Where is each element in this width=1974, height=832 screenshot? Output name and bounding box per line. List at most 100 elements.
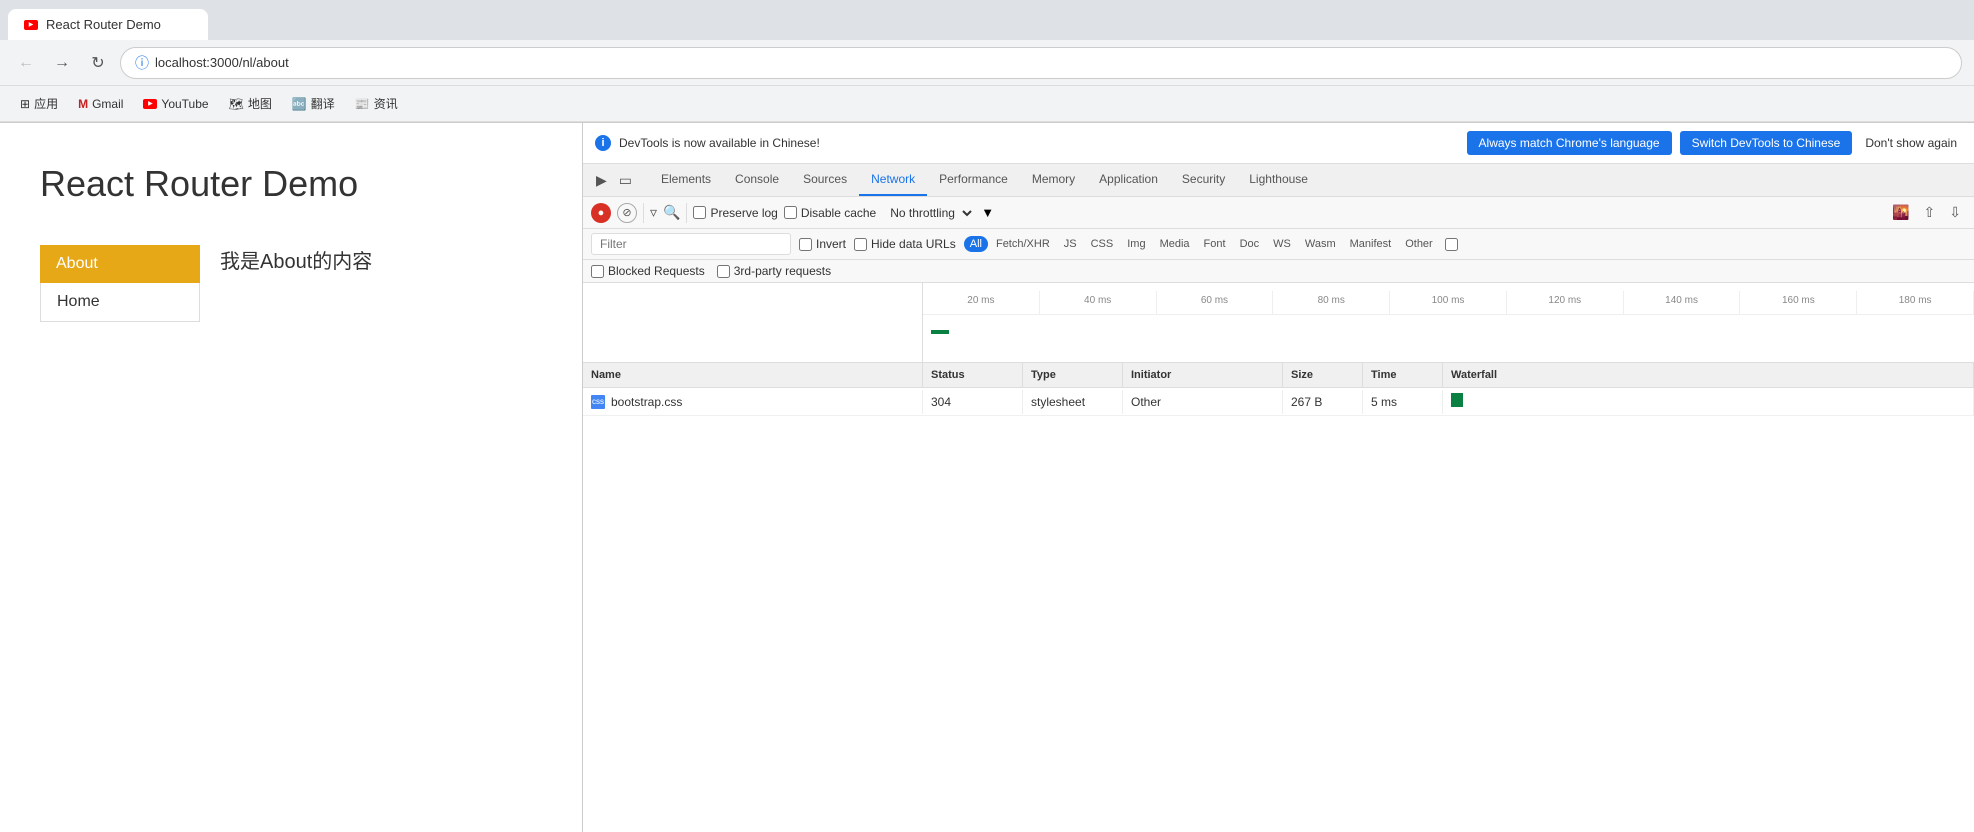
clear-button[interactable]: ⊘ xyxy=(617,203,637,223)
hide-data-urls-checkbox[interactable] xyxy=(854,238,867,251)
nav-bar: ← → ↻ ⓘ localhost:3000/nl/about xyxy=(0,40,1974,86)
third-party-label[interactable]: 3rd-party requests xyxy=(717,264,831,278)
forward-button[interactable]: → xyxy=(48,49,76,77)
tick-80ms: 80 ms xyxy=(1273,291,1390,314)
tick-160ms: 160 ms xyxy=(1740,291,1857,314)
tab-console[interactable]: Console xyxy=(723,164,791,196)
filter-btn-other[interactable]: Other xyxy=(1399,236,1439,252)
invert-label[interactable]: Invert xyxy=(799,237,846,251)
tab-network[interactable]: Network xyxy=(859,164,927,196)
third-party-text: 3rd-party requests xyxy=(734,264,831,278)
invert-text: Invert xyxy=(816,237,846,251)
row-name: bootstrap.css xyxy=(611,395,682,409)
tab-bar: React Router Demo xyxy=(0,0,1974,40)
nav-item-about[interactable]: About xyxy=(40,245,200,283)
main-area: React Router Demo About Home 我是About的内容 … xyxy=(0,123,1974,832)
network-toolbar: ● ⊘ ▿ 🔍 Preserve log Disable cache No th… xyxy=(583,197,1974,229)
th-type[interactable]: Type xyxy=(1023,363,1123,387)
tab-sources[interactable]: Sources xyxy=(791,164,859,196)
has-blocked-label[interactable] xyxy=(1445,238,1458,251)
th-initiator[interactable]: Initiator xyxy=(1123,363,1283,387)
active-tab[interactable]: React Router Demo xyxy=(8,9,208,40)
filter-input[interactable] xyxy=(591,233,791,255)
bookmark-gmail[interactable]: M Gmail xyxy=(70,94,131,114)
filter-btn-js[interactable]: JS xyxy=(1058,236,1083,252)
page-body: 我是About的内容 xyxy=(220,245,372,274)
maps-icon: 🗺 xyxy=(229,97,244,111)
bookmark-news-label: 资讯 xyxy=(374,95,398,112)
disable-cache-text: Disable cache xyxy=(801,206,876,220)
th-waterfall[interactable]: Waterfall xyxy=(1443,363,1974,387)
bookmark-youtube-label: YouTube xyxy=(161,97,208,111)
dont-show-again-button[interactable]: Don't show again xyxy=(1860,131,1962,155)
tick-140ms: 140 ms xyxy=(1624,291,1741,314)
toolbar-separator-1 xyxy=(643,203,644,223)
reload-button[interactable]: ↻ xyxy=(84,49,112,77)
nav-item-home[interactable]: Home xyxy=(40,283,200,322)
th-size[interactable]: Size xyxy=(1283,363,1363,387)
search-icon[interactable]: 🔍 xyxy=(663,204,680,221)
tab-memory[interactable]: Memory xyxy=(1020,164,1087,196)
filter-btn-doc[interactable]: Doc xyxy=(1234,236,1266,252)
network-icons: 🌇 ⇧ ⇩ xyxy=(1887,201,1966,224)
timeline-ruler: 20 ms 40 ms 60 ms 80 ms 100 ms 120 ms 14… xyxy=(923,291,1974,315)
third-party-checkbox[interactable] xyxy=(717,265,730,278)
export-har-icon[interactable]: ⇩ xyxy=(1944,201,1966,224)
tab-performance[interactable]: Performance xyxy=(927,164,1020,196)
disable-cache-checkbox[interactable] xyxy=(784,206,797,219)
filter-btn-img[interactable]: Img xyxy=(1121,236,1151,252)
match-language-button[interactable]: Always match Chrome's language xyxy=(1467,131,1672,155)
disable-cache-label[interactable]: Disable cache xyxy=(784,206,876,220)
tick-120ms: 120 ms xyxy=(1507,291,1624,314)
device-toolbar-button[interactable]: ▭ xyxy=(614,169,637,192)
tab-application[interactable]: Application xyxy=(1087,164,1170,196)
throttle-select[interactable]: No throttling xyxy=(882,203,975,223)
devtools-icons: ▶ ▭ xyxy=(587,165,641,196)
network-conditions-icon[interactable]: 🌇 xyxy=(1887,201,1914,224)
nav-about-label: About xyxy=(56,255,98,272)
table-header: Name Status Type Initiator Size Time Wat… xyxy=(583,363,1974,388)
toolbar-separator-2 xyxy=(686,203,687,223)
tick-100ms: 100 ms xyxy=(1390,291,1507,314)
address-bar[interactable]: ⓘ localhost:3000/nl/about xyxy=(120,47,1962,79)
bookmark-translate-label: 翻译 xyxy=(311,95,335,112)
tab-elements[interactable]: Elements xyxy=(649,164,723,196)
preserve-log-label[interactable]: Preserve log xyxy=(693,206,777,220)
has-blocked-checkbox[interactable] xyxy=(1445,238,1458,251)
filter-btn-media[interactable]: Media xyxy=(1154,236,1196,252)
preserve-log-checkbox[interactable] xyxy=(693,206,706,219)
tab-security[interactable]: Security xyxy=(1170,164,1237,196)
switch-to-chinese-button[interactable]: Switch DevTools to Chinese xyxy=(1680,131,1853,155)
hide-data-urls-label[interactable]: Hide data URLs xyxy=(854,237,956,251)
invert-checkbox[interactable] xyxy=(799,238,812,251)
info-icon: i xyxy=(595,135,611,151)
blocked-requests-checkbox[interactable] xyxy=(591,265,604,278)
browser-chrome: React Router Demo ← → ↻ ⓘ localhost:3000… xyxy=(0,0,1974,123)
bookmark-apps[interactable]: ⊞ 应用 xyxy=(12,92,66,115)
filter-btn-font[interactable]: Font xyxy=(1198,236,1232,252)
filter-btn-manifest[interactable]: Manifest xyxy=(1344,236,1398,252)
hide-data-urls-text: Hide data URLs xyxy=(871,237,956,251)
blocked-requests-label[interactable]: Blocked Requests xyxy=(591,264,705,278)
filter-btn-wasm[interactable]: Wasm xyxy=(1299,236,1342,252)
nav-home-label: Home xyxy=(57,293,100,310)
th-name[interactable]: Name xyxy=(583,363,923,387)
filter-btn-fetch-xhr[interactable]: Fetch/XHR xyxy=(990,236,1056,252)
filter-btn-ws[interactable]: WS xyxy=(1267,236,1297,252)
tab-lighthouse[interactable]: Lighthouse xyxy=(1237,164,1320,196)
inspect-element-button[interactable]: ▶ xyxy=(591,169,612,192)
bookmark-maps[interactable]: 🗺 地图 xyxy=(221,92,280,115)
th-time[interactable]: Time xyxy=(1363,363,1443,387)
tick-20ms: 20 ms xyxy=(923,291,1040,314)
bookmark-translate[interactable]: 🔤 翻译 xyxy=(284,92,343,115)
back-button[interactable]: ← xyxy=(12,49,40,77)
record-button[interactable]: ● xyxy=(591,203,611,223)
filter-icon[interactable]: ▿ xyxy=(650,204,657,221)
table-row[interactable]: css bootstrap.css 304 stylesheet Other 2… xyxy=(583,388,1974,416)
bookmark-youtube[interactable]: YouTube xyxy=(135,94,216,114)
th-status[interactable]: Status xyxy=(923,363,1023,387)
import-har-icon[interactable]: ⇧ xyxy=(1919,201,1941,224)
filter-btn-all[interactable]: All xyxy=(964,236,988,252)
filter-btn-css[interactable]: CSS xyxy=(1085,236,1120,252)
bookmark-news[interactable]: 📰 资讯 xyxy=(347,92,406,115)
